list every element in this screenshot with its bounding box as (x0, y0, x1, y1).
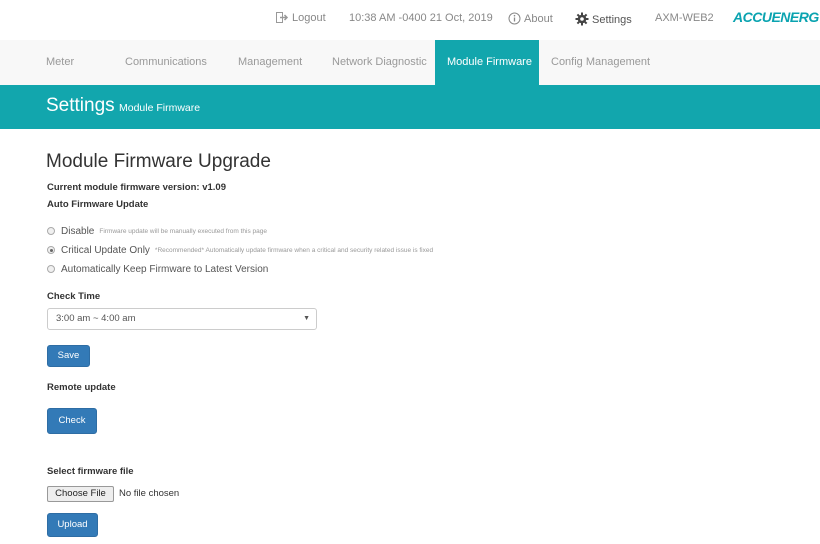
gear-icon (575, 12, 589, 26)
about-link[interactable]: About (508, 12, 553, 25)
page-subtitle: Module Firmware (119, 102, 201, 114)
upload-button[interactable]: Upload (47, 513, 98, 537)
option-disable-label: Disable (61, 225, 95, 237)
auto-update-label: Auto Firmware Update (47, 199, 149, 210)
tab-communications[interactable]: Communications (115, 40, 217, 85)
radio-critical-update[interactable] (47, 246, 55, 254)
logout-link[interactable]: Logout (276, 12, 326, 24)
check-time-select[interactable]: 3:00 am ~ 4:00 am ▼ (47, 308, 317, 330)
choose-file-button[interactable]: Choose File (47, 486, 114, 502)
accuenergy-logo: ACCUENERGY (733, 9, 820, 25)
datetime-text: 10:38 AM -0400 21 Oct, 2019 (349, 12, 493, 24)
option-disable-desc: Firmware update will be manually execute… (99, 227, 267, 235)
tab-module-firmware[interactable]: Module Firmware (435, 40, 539, 85)
logout-icon (276, 12, 289, 23)
check-time-value: 3:00 am ~ 4:00 am (56, 313, 136, 324)
settings-label: Settings (592, 14, 632, 26)
option-critical-desc: *Recommended* Automatically update firmw… (154, 246, 434, 254)
check-time-label: Check Time (47, 291, 101, 302)
no-file-text: No file chosen (119, 488, 180, 499)
tab-network-diagnostic[interactable]: Network Diagnostic (322, 40, 437, 85)
option-latest-version[interactable]: Automatically Keep Firmware to Latest Ve… (47, 262, 268, 276)
settings-link[interactable]: Settings (575, 12, 632, 26)
logout-label: Logout (292, 12, 326, 24)
save-button[interactable]: Save (47, 345, 90, 367)
option-disable[interactable]: Disable Firmware update will be manually… (47, 224, 267, 238)
tab-meter[interactable]: Meter (36, 40, 84, 85)
tab-management[interactable]: Management (228, 40, 312, 85)
option-critical-update[interactable]: Critical Update Only *Recommended* Autom… (47, 243, 433, 257)
tab-config-management[interactable]: Config Management (541, 40, 660, 85)
option-critical-label: Critical Update Only (61, 244, 150, 256)
dropdown-caret-icon: ▼ (303, 315, 310, 322)
option-latest-label: Automatically Keep Firmware to Latest Ve… (61, 263, 269, 275)
current-version-text: Current module firmware version: v1.09 (47, 182, 226, 193)
device-name: AXM-WEB2 (655, 12, 714, 24)
top-bar: Logout 10:38 AM -0400 21 Oct, 2019 About… (0, 0, 820, 40)
page-title: Settings (46, 95, 115, 116)
remote-update-label: Remote update (47, 382, 116, 393)
radio-disable[interactable] (47, 227, 55, 235)
select-file-label: Select firmware file (47, 466, 134, 477)
section-heading: Module Firmware Upgrade (46, 151, 271, 172)
main-nav: Meter Communications Management Network … (0, 40, 820, 86)
info-icon (508, 12, 521, 25)
check-button[interactable]: Check (47, 408, 97, 434)
page-header-band: Settings Module Firmware (0, 85, 820, 129)
about-label: About (524, 13, 553, 25)
radio-latest-version[interactable] (47, 265, 55, 273)
